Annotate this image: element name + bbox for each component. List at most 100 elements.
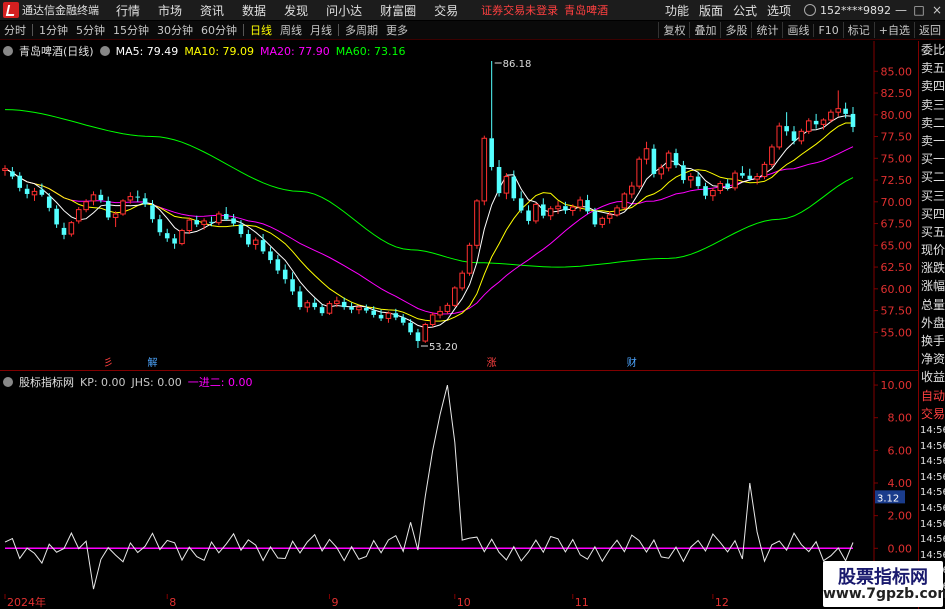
chart-tools: 复权 叠加 多股 统计 画线 F10 标记 +自选 返回 (658, 22, 945, 38)
candle-body-up (717, 183, 724, 191)
kline-chart-panel[interactable]: 85.00 82.50 80.00 77.50 75.00 72.50 70.00 67.50… (0, 41, 918, 371)
period-tab-4[interactable]: 30分钟 (153, 22, 197, 38)
candle-body-down (157, 219, 163, 233)
tool-button-0[interactable]: 复权 (658, 22, 689, 38)
candle-body-up (835, 108, 842, 113)
event-marker-0: 彡 (103, 358, 113, 369)
side-item-6[interactable]: 买一 (919, 150, 945, 168)
side-item-12[interactable]: 涨跌 (919, 259, 945, 277)
menu-functions[interactable]: 功能 (660, 2, 694, 19)
candle-body-down (695, 176, 701, 187)
candle-body-up (614, 207, 620, 216)
candle-body-up (437, 310, 443, 316)
app-logo-icon (3, 2, 19, 18)
side-item-18[interactable]: 收益 (919, 368, 945, 386)
period-tab-5[interactable]: 60分钟 (197, 22, 241, 38)
candle-body-down (164, 233, 170, 239)
menu-wealth-circle[interactable]: 财富圈 (371, 2, 425, 19)
candle-body-down (46, 196, 52, 208)
tool-button-7[interactable]: +自选 (873, 22, 914, 38)
menu-market-quotes[interactable]: 行情 (107, 2, 149, 19)
period-tab-0[interactable]: 分时 (0, 22, 30, 38)
candle-body-down (341, 301, 347, 308)
tool-button-4[interactable]: 画线 (782, 22, 813, 38)
tick-time-3: 14:56 (920, 471, 945, 483)
side-item-5[interactable]: 卖一 (919, 132, 945, 150)
period-tab-8[interactable]: 月线 (306, 22, 336, 38)
side-item-7[interactable]: 买二 (919, 168, 945, 186)
period-tab-2[interactable]: 5分钟 (72, 22, 109, 38)
tool-button-2[interactable]: 多股 (720, 22, 751, 38)
side-item-20[interactable]: 交易 (919, 405, 945, 423)
time-tick-label: 2024年 (7, 595, 46, 609)
indicator-title[interactable]: 股标指标网 (19, 374, 74, 390)
side-item-0[interactable]: 委比 (919, 41, 945, 59)
minimize-button[interactable]: — (893, 3, 909, 17)
trade-login-notice[interactable]: 证券交易未登录 (481, 2, 558, 18)
tool-button-5[interactable]: F10 (813, 23, 842, 37)
tool-button-8[interactable]: 返回 (914, 22, 945, 38)
user-id[interactable]: 152****9892 (820, 4, 891, 17)
period-tab-9[interactable]: 多周期 (341, 22, 382, 38)
chart-toolbar: 分时 1分钟 5分钟 15分钟 30分钟 60分钟 日线 周线 月线 多周期 更多 复权 叠加 多股 统计… (0, 21, 945, 40)
ma-settings-icon[interactable] (99, 46, 110, 56)
candle (179, 228, 185, 246)
user-icon[interactable] (804, 4, 816, 16)
tool-button-1[interactable]: 叠加 (689, 22, 720, 38)
candle-body-up (503, 176, 510, 194)
menu-data[interactable]: 数据 (233, 2, 275, 19)
period-tab-3[interactable]: 15分钟 (109, 22, 153, 38)
indicator-chart-panel[interactable]: 10.00 8.00 6.00 4.00 2.00 0.00 3.12 股标指标网 KP: … (0, 372, 918, 594)
period-tab-1[interactable]: 1分钟 (35, 22, 72, 38)
quote-side-panel: 委比 卖五 卖四 卖三 卖二 卖一 买一 买二 买三 买四 买五 现价 涨跌 涨幅 总量 外盘 换手 净资 收益 自动… (918, 41, 945, 609)
maximize-button[interactable]: □ (911, 3, 927, 17)
candle-body-up (201, 220, 207, 225)
close-button[interactable]: × (929, 3, 945, 17)
side-item-9[interactable]: 买四 (919, 205, 945, 223)
candle-body-up (31, 190, 38, 196)
period-tab-10[interactable]: 更多 (382, 22, 412, 38)
candle-body-down (39, 189, 45, 195)
chart-settings-icon[interactable] (3, 46, 13, 56)
menu-right-group: 功能 版面 公式 选项 152****9892 — □ × (660, 2, 945, 19)
side-item-15[interactable]: 外盘 (919, 314, 945, 332)
menu-news[interactable]: 资讯 (191, 2, 233, 19)
side-item-4[interactable]: 卖二 (919, 114, 945, 132)
candle-body-up (577, 199, 583, 208)
indicator-chart[interactable]: 10.00 8.00 6.00 4.00 2.00 0.00 3.12 (0, 372, 918, 594)
menu-discover[interactable]: 发现 (275, 2, 317, 19)
side-item-1[interactable]: 卖五 (919, 59, 945, 77)
tool-button-6[interactable]: 标记 (842, 22, 874, 38)
kline-chart[interactable]: 85.00 82.50 80.00 77.50 75.00 72.50 70.00 67.50… (0, 41, 918, 371)
notice-stock-name: 青岛啤酒 (564, 4, 609, 17)
candle-body-up (452, 287, 458, 306)
tool-button-3[interactable]: 统计 (751, 22, 782, 38)
indicator-legend: 股标指标网 KP: 0.00 JHS: 0.00 一进二: 0.00 (3, 374, 258, 390)
side-item-8[interactable]: 买三 (919, 187, 945, 205)
side-item-13[interactable]: 涨幅 (919, 277, 945, 295)
side-item-17[interactable]: 净资 (919, 350, 945, 368)
period-tab-7[interactable]: 周线 (276, 22, 306, 38)
side-item-3[interactable]: 卖三 (919, 96, 945, 114)
menu-market[interactable]: 市场 (149, 2, 191, 19)
menu-ask-xiaoda[interactable]: 问小达 (317, 2, 371, 19)
side-item-10[interactable]: 买五 (919, 223, 945, 241)
candle (636, 156, 642, 189)
side-item-16[interactable]: 换手 (919, 332, 945, 350)
side-item-2[interactable]: 卖四 (919, 77, 945, 95)
side-item-19[interactable]: 自动 (919, 387, 945, 405)
period-tab-6[interactable]: 日线 (246, 22, 276, 38)
candle-body-down (194, 220, 200, 225)
candle-body-up (555, 205, 561, 210)
menu-formula[interactable]: 公式 (728, 2, 762, 19)
menu-layout[interactable]: 版面 (694, 2, 728, 19)
side-item-14[interactable]: 总量 (919, 296, 945, 314)
indicator-settings-icon[interactable] (3, 377, 13, 387)
menu-options[interactable]: 选项 (762, 2, 796, 19)
candle-body-up (732, 172, 738, 189)
menu-trade[interactable]: 交易 (425, 2, 467, 19)
side-item-11[interactable]: 现价 (919, 241, 945, 259)
candle-body-down (784, 126, 789, 132)
candle-body-down (378, 314, 384, 319)
time-tick-label: 12 (715, 596, 729, 609)
